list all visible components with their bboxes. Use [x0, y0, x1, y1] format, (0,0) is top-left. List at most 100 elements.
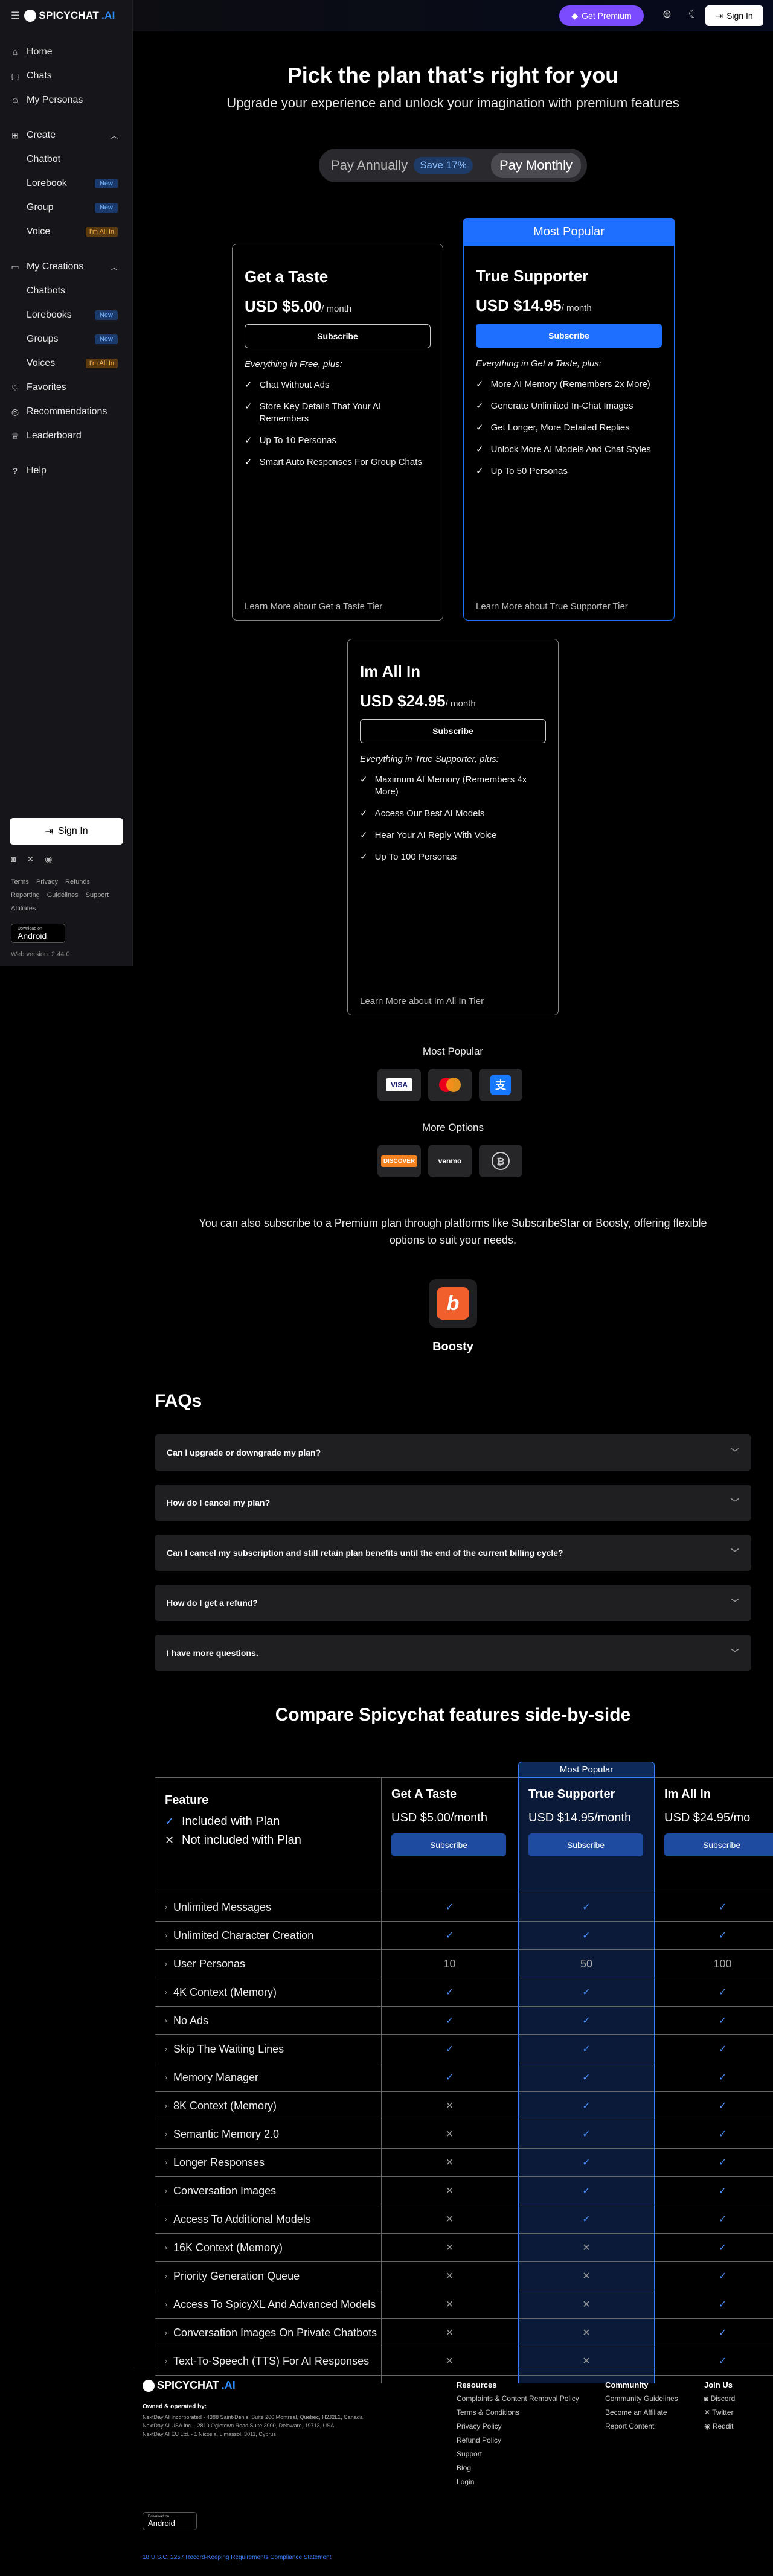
compare-feature-row[interactable]: › No Ads — [155, 2007, 381, 2035]
sidebar-item-lorebooks[interactable]: Lorebooks New — [0, 303, 132, 327]
faq-item[interactable]: Can I upgrade or downgrade my plan? ﹀ — [155, 1434, 751, 1471]
faq-item[interactable]: I have more questions. ﹀ — [155, 1635, 751, 1671]
sidebar-item-help[interactable]: ? Help — [0, 459, 132, 483]
faq-item[interactable]: How do I cancel my plan? ﹀ — [155, 1485, 751, 1521]
footer-link[interactable]: Support — [457, 2447, 579, 2461]
check-icon: ✓ — [445, 2016, 454, 2026]
footer-link[interactable]: Report Content — [605, 2420, 678, 2434]
compare-feature-row[interactable]: › Access To SpicyXL And Advanced Models — [155, 2290, 381, 2319]
compare-subscribe-button[interactable]: Subscribe — [391, 1833, 506, 1856]
footer-android-badge[interactable]: Download on Android — [143, 2512, 197, 2530]
discord-icon[interactable]: ◙ — [11, 854, 16, 865]
mastercard-logo — [439, 1078, 461, 1092]
menu-icon[interactable]: ☰ — [11, 10, 19, 22]
compare-feature-row[interactable]: › Skip The Waiting Lines — [155, 2035, 381, 2063]
android-download-badge[interactable]: Download on Android — [11, 924, 65, 943]
compare-feature-row[interactable]: › Unlimited Character Creation — [155, 1922, 381, 1950]
compare-plan-column-popular: True Supporter USD $14.95/month Subscrib… — [518, 1777, 655, 2383]
alipay-logo: 支 — [490, 1075, 511, 1095]
sidebar-item-group[interactable]: Group New — [0, 196, 132, 220]
bitcoin-icon[interactable]: ₿ — [479, 1145, 522, 1177]
compare-subscribe-button[interactable]: Subscribe — [528, 1833, 643, 1856]
compare-feature-row[interactable]: › Semantic Memory 2.0 — [155, 2120, 381, 2149]
footer-reddit-link[interactable]: ◉ Reddit — [704, 2420, 735, 2434]
plan-card-true-supporter: True Supporter USD $14.95/ month Subscri… — [463, 246, 675, 621]
sidebar-item-voices[interactable]: Voices I'm All In — [0, 351, 132, 376]
compare-cell: ✕ — [519, 2262, 654, 2290]
footer-link[interactable]: Community Guidelines — [605, 2392, 678, 2406]
compare-cell: ✕ — [382, 2319, 518, 2347]
alipay-icon[interactable]: 支 — [479, 1069, 522, 1101]
sidebar-item-home[interactable]: ⌂ Home — [0, 40, 132, 64]
footer-link[interactable]: Blog — [457, 2461, 579, 2475]
subscribe-button[interactable]: Subscribe — [476, 324, 662, 348]
topbar-signin-button[interactable]: ⇥ Sign In — [705, 5, 763, 26]
sidebar-item-my-creations[interactable]: ▭ My Creations ︿ — [0, 255, 132, 279]
link-privacy[interactable]: Privacy — [36, 878, 58, 886]
x-twitter-icon[interactable]: ✕ — [27, 854, 34, 865]
faq-item[interactable]: Can I cancel my subscription and still r… — [155, 1535, 751, 1571]
pay-annually-option[interactable]: Pay Annually Save 17% — [325, 157, 482, 174]
compare-feature-row[interactable]: › Priority Generation Queue — [155, 2262, 381, 2290]
footer-link[interactable]: Privacy Policy — [457, 2420, 579, 2434]
footer-twitter-link[interactable]: ✕ Twitter — [704, 2406, 735, 2420]
pay-monthly-option[interactable]: Pay Monthly — [490, 153, 581, 178]
plan-intro: Everything in True Supporter, plus: — [360, 754, 499, 764]
discover-icon[interactable]: DISCOVER — [377, 1145, 421, 1177]
sidebar-item-personas[interactable]: ☺ My Personas — [0, 88, 132, 112]
compare-feature-row[interactable]: › User Personas — [155, 1950, 381, 1978]
sidebar-item-chatbots[interactable]: Chatbots — [0, 279, 132, 303]
sidebar-item-lorebook[interactable]: Lorebook New — [0, 171, 132, 196]
visa-icon[interactable]: VISA — [377, 1069, 421, 1101]
mastercard-icon[interactable] — [428, 1069, 472, 1101]
compare-feature-row[interactable]: › Unlimited Messages — [155, 1893, 381, 1922]
footer-link[interactable]: Terms & Conditions — [457, 2406, 579, 2420]
footer-link[interactable]: Become an Affiliate — [605, 2406, 678, 2420]
link-refunds[interactable]: Refunds — [65, 878, 90, 886]
reddit-icon[interactable]: ◉ — [45, 854, 52, 865]
sidebar-signin-button[interactable]: ⇥ Sign In — [10, 818, 123, 845]
subscribe-button[interactable]: Subscribe — [245, 324, 431, 348]
compare-cell: ✕ — [382, 2120, 518, 2149]
compare-feature-row[interactable]: › Conversation Images On Private Chatbots — [155, 2319, 381, 2347]
sidebar-item-recommendations[interactable]: ◎ Recommendations — [0, 400, 132, 424]
footer-logo[interactable]: SPICYCHAT .AI — [143, 2379, 236, 2392]
sidebar-item-voice[interactable]: Voice I'm All In — [0, 220, 132, 244]
sidebar-item-chatbot[interactable]: Chatbot — [0, 147, 132, 171]
sidebar-item-leaderboard[interactable]: ♕ Leaderboard — [0, 424, 132, 448]
compare-feature-row[interactable]: › 4K Context (Memory) — [155, 1978, 381, 2007]
venmo-icon[interactable]: venmo — [428, 1145, 472, 1177]
link-support[interactable]: Support — [86, 892, 109, 899]
compare-feature-row[interactable]: › Access To Additional Models — [155, 2205, 381, 2234]
logo[interactable]: SPICYCHAT .AI — [24, 10, 115, 22]
language-icon[interactable]: ⊕ — [662, 8, 672, 21]
boosty-button[interactable]: b — [429, 1279, 477, 1328]
get-premium-button[interactable]: ◆ Get Premium — [559, 5, 644, 26]
dark-mode-icon[interactable]: ☾ — [688, 8, 698, 21]
footer-discord-link[interactable]: ◙ Discord — [704, 2392, 735, 2406]
compare-feature-row[interactable]: › 16K Context (Memory) — [155, 2234, 381, 2262]
sidebar-item-favorites[interactable]: ♡ Favorites — [0, 376, 132, 400]
footer-2257-statement[interactable]: 18 U.S.C. 2257 Record-Keeping Requiremen… — [143, 2554, 331, 2561]
link-terms[interactable]: Terms — [11, 878, 29, 886]
link-reporting[interactable]: Reporting — [11, 892, 40, 899]
subscribe-button[interactable]: Subscribe — [360, 719, 546, 743]
link-affiliates[interactable]: Affiliates — [11, 905, 36, 912]
faq-title: FAQs — [155, 1391, 202, 1411]
learn-more-link[interactable]: Learn More about Im All In Tier — [360, 996, 484, 1006]
footer-link[interactable]: Refund Policy — [457, 2434, 579, 2447]
link-guidelines[interactable]: Guidelines — [47, 892, 79, 899]
compare-feature-row[interactable]: › Longer Responses — [155, 2149, 381, 2177]
compare-subscribe-button[interactable]: Subscribe — [664, 1833, 773, 1856]
compare-feature-row[interactable]: › 8K Context (Memory) — [155, 2092, 381, 2120]
learn-more-link[interactable]: Learn More about True Supporter Tier — [476, 601, 628, 612]
sidebar-item-chats[interactable]: ▢ Chats — [0, 64, 132, 88]
sidebar-item-groups[interactable]: Groups New — [0, 327, 132, 351]
footer-link[interactable]: Complaints & Content Removal Policy — [457, 2392, 579, 2406]
sidebar-item-create[interactable]: ⊞ Create ︿ — [0, 123, 132, 147]
compare-feature-row[interactable]: › Conversation Images — [155, 2177, 381, 2205]
learn-more-link[interactable]: Learn More about Get a Taste Tier — [245, 601, 382, 612]
faq-item[interactable]: How do I get a refund? ﹀ — [155, 1585, 751, 1621]
footer-link[interactable]: Login — [457, 2475, 579, 2489]
compare-feature-row[interactable]: › Memory Manager — [155, 2063, 381, 2092]
